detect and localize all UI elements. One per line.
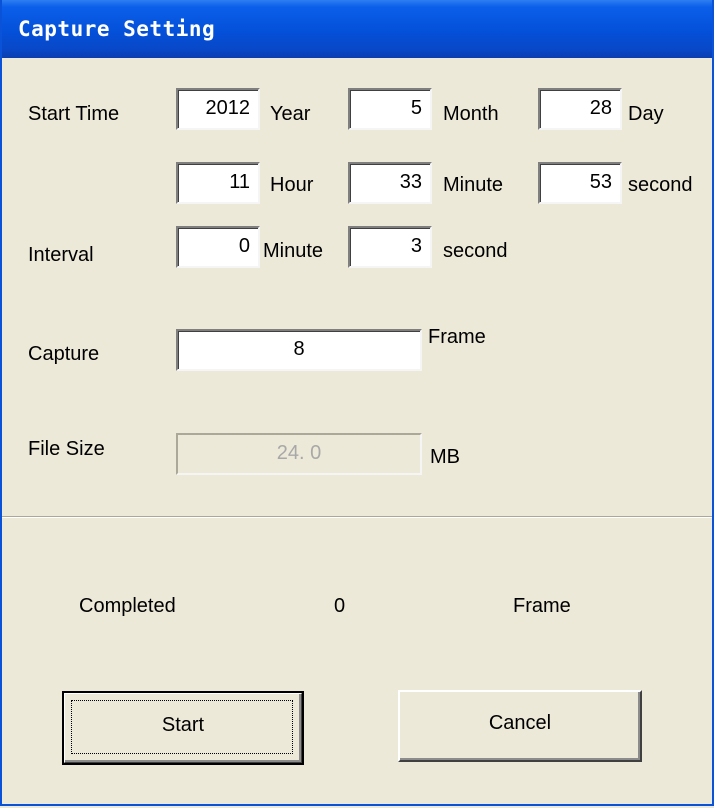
- second-unit-label: second: [628, 174, 693, 196]
- capture-setting-dialog: Capture Setting Start Time 2012 Year 5 M…: [0, 0, 714, 806]
- start-second-input[interactable]: 53: [538, 162, 622, 204]
- year-unit-label: Year: [270, 103, 311, 125]
- month-unit-label: Month: [443, 103, 499, 125]
- completed-count: 0: [334, 595, 346, 617]
- file-size-unit-label: MB: [430, 446, 460, 468]
- capture-label: Capture: [28, 343, 100, 365]
- completed-unit-label: Frame: [513, 595, 571, 617]
- capture-unit-label: Frame: [428, 326, 486, 348]
- start-month-input[interactable]: 5: [348, 88, 432, 130]
- start-minute-input[interactable]: 33: [348, 162, 432, 204]
- file-size-field: 24. 0: [176, 433, 422, 475]
- interval-second-input[interactable]: 3: [348, 226, 432, 268]
- completed-label: Completed: [79, 595, 176, 617]
- start-hour-input[interactable]: 11: [176, 162, 260, 204]
- day-unit-label: Day: [628, 103, 664, 125]
- start-button[interactable]: Start: [62, 691, 304, 765]
- interval-second-unit-label: second: [443, 240, 508, 262]
- file-size-label: File Size: [28, 438, 105, 460]
- capture-frames-input[interactable]: 8: [176, 329, 422, 371]
- window-title: Capture Setting: [18, 17, 216, 41]
- hour-unit-label: Hour: [270, 174, 314, 196]
- interval-label: Interval: [28, 244, 94, 266]
- title-bar[interactable]: Capture Setting: [2, 0, 712, 58]
- separator: [2, 516, 712, 518]
- interval-minute-unit-label: Minute: [263, 240, 324, 262]
- cancel-button-label: Cancel: [488, 712, 552, 734]
- interval-minute-input[interactable]: 0: [176, 226, 260, 268]
- minute-unit-label: Minute: [443, 174, 504, 196]
- start-time-label: Start Time: [28, 103, 120, 125]
- start-day-input[interactable]: 28: [538, 88, 622, 130]
- cancel-button[interactable]: Cancel: [398, 690, 642, 762]
- start-button-label: Start: [161, 714, 205, 736]
- start-year-input[interactable]: 2012: [176, 88, 260, 130]
